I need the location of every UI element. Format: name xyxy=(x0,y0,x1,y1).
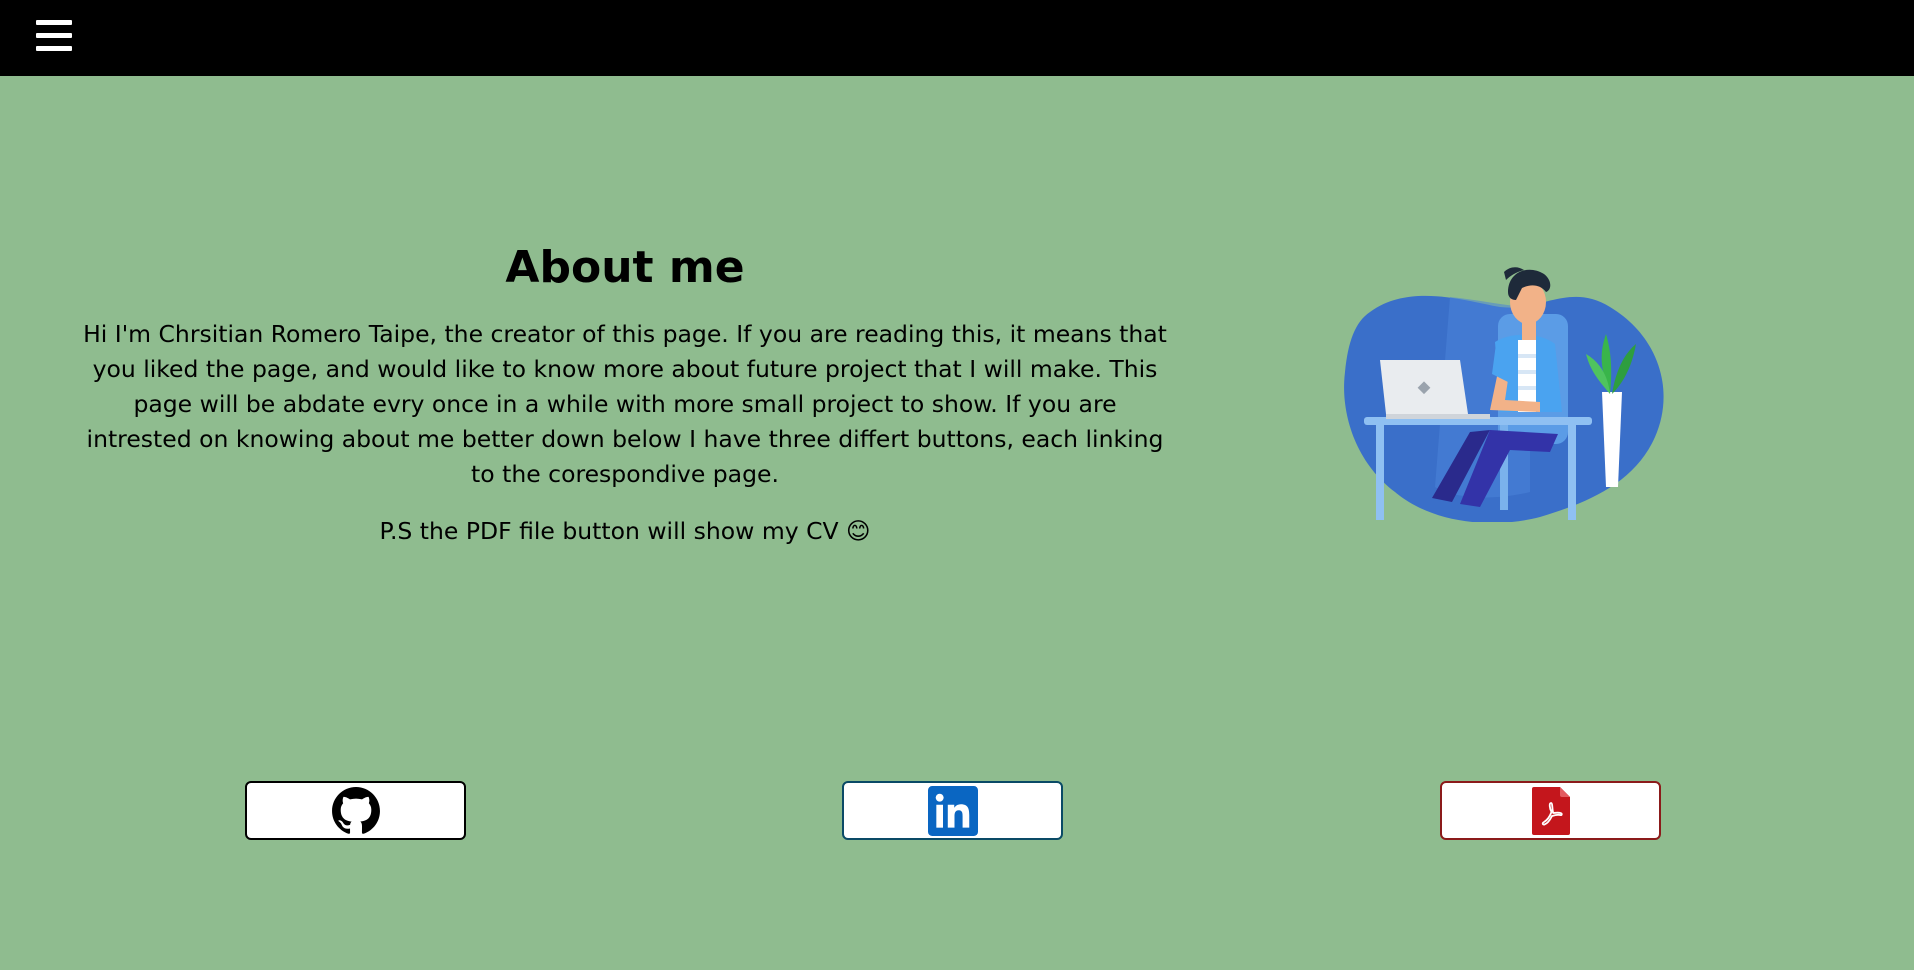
person-working-on-laptop-illustration xyxy=(1340,262,1672,524)
linkedin-icon xyxy=(927,785,978,836)
github-icon xyxy=(331,786,380,834)
about-section: About me Hi I'm Chrsitian Romero Taipe, … xyxy=(80,230,1170,549)
pdf-file-icon xyxy=(1531,786,1570,835)
menu-button[interactable] xyxy=(30,15,78,61)
about-intro-text: Hi I'm Chrsitian Romero Taipe, the creat… xyxy=(83,320,1167,488)
linkedin-button[interactable] xyxy=(842,781,1063,840)
about-ps-text: P.S the PDF file button will show my CV … xyxy=(379,517,871,545)
page-title: About me xyxy=(505,242,745,293)
top-navbar xyxy=(0,0,1914,76)
pdf-cv-button[interactable] xyxy=(1440,781,1661,840)
github-button[interactable] xyxy=(245,781,466,840)
